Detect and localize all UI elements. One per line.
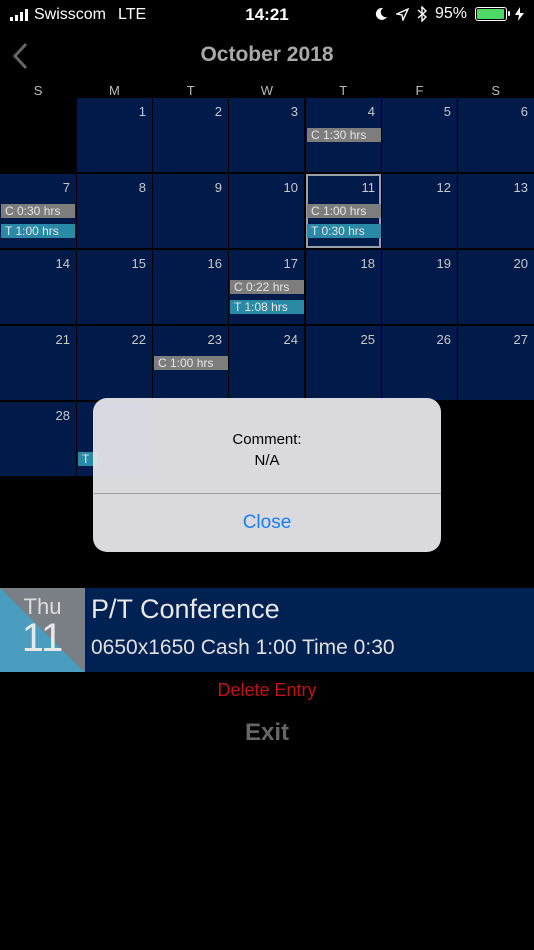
comment-value: N/A: [254, 452, 280, 469]
day-cell[interactable]: 8: [77, 174, 152, 248]
day-cell[interactable]: 23 C 1:00 hrs: [153, 326, 228, 400]
day-cell[interactable]: 25: [306, 326, 381, 400]
time-entry-tag: T 1:08 hrs: [230, 300, 304, 314]
close-button[interactable]: Close: [93, 494, 441, 552]
day-number: 14: [55, 256, 70, 271]
day-number: 3: [290, 104, 298, 119]
day-cell[interactable]: 12: [382, 174, 457, 248]
day-number: 13: [513, 180, 528, 195]
day-number: 22: [131, 332, 146, 347]
day-cell[interactable]: 19: [382, 250, 457, 324]
day-cell[interactable]: 10: [229, 174, 304, 248]
weekday-label: W: [260, 83, 274, 98]
day-number: 5: [443, 104, 451, 119]
day-number: 28: [55, 408, 70, 423]
weekday-label: S: [33, 83, 43, 98]
time-entry-tag: T 1:00 hrs: [1, 224, 75, 238]
day-cell[interactable]: 13: [458, 174, 534, 248]
day-cell[interactable]: 14: [0, 250, 76, 324]
delete-entry-button[interactable]: Delete Entry: [0, 680, 534, 701]
day-cell[interactable]: 27: [458, 326, 534, 400]
day-cell[interactable]: 28: [0, 402, 76, 476]
day-cell[interactable]: 2: [153, 98, 228, 172]
day-number: 25: [360, 332, 375, 347]
comment-alert-dialog: Comment: N/A Close: [93, 398, 441, 552]
moon-icon: [375, 7, 387, 20]
day-cell[interactable]: 22: [77, 326, 152, 400]
day-cell[interactable]: 26: [382, 326, 457, 400]
day-number: 4: [367, 104, 375, 119]
day-number: 2: [214, 104, 222, 119]
calendar-header: October 2018: [0, 30, 534, 80]
day-number: 12: [436, 180, 451, 195]
day-number: 7: [62, 180, 70, 195]
day-number: 19: [436, 256, 451, 271]
day-cell[interactable]: 20: [458, 250, 534, 324]
day-cell[interactable]: 1: [77, 98, 152, 172]
day-cell[interactable]: 15: [77, 250, 152, 324]
location-icon: [395, 7, 409, 21]
day-number: 20: [513, 256, 528, 271]
day-cell[interactable]: 24: [229, 326, 304, 400]
day-number: 11: [361, 180, 376, 195]
weekday-label: S: [491, 83, 501, 98]
cash-entry-tag: C 0:22 hrs: [230, 280, 304, 294]
day-cell[interactable]: 21: [0, 326, 76, 400]
day-number: 15: [131, 256, 146, 271]
cash-entry-tag: C 1:00 hrs: [154, 356, 228, 370]
entry-date-badge: Thu 11: [0, 588, 85, 672]
entry-title: P/T Conference: [91, 594, 280, 624]
day-number: 6: [520, 104, 528, 119]
day-number: 16: [207, 256, 222, 271]
weekday-label: F: [415, 83, 424, 98]
weekday-label: M: [108, 83, 120, 98]
entry-detail: 0650x1650 Cash 1:00 Time 0:30: [91, 636, 395, 659]
day-number: 9: [214, 180, 222, 195]
cash-entry-tag: C 0:30 hrs: [1, 204, 75, 218]
day-cell[interactable]: 4 C 1:30 hrs: [306, 98, 381, 172]
status-right: 95%: [374, 5, 524, 23]
day-number: 21: [55, 332, 70, 347]
day-cell[interactable]: 16: [153, 250, 228, 324]
battery-icon: [475, 7, 510, 21]
day-cell-selected[interactable]: 11 C 1:00 hrs T 0:30 hrs: [306, 174, 381, 248]
alert-message: Comment: N/A: [93, 429, 441, 471]
comment-label: Comment:: [232, 431, 302, 448]
entry-day-number: 11: [21, 616, 64, 660]
day-number: 17: [283, 256, 298, 271]
day-cell[interactable]: 18: [306, 250, 381, 324]
weekday-row: S M T W T F S: [0, 83, 534, 99]
day-number: 18: [360, 256, 375, 271]
day-number: 26: [436, 332, 451, 347]
battery-percent: 95%: [434, 5, 467, 22]
cash-entry-tag: C 1:00 hrs: [307, 204, 381, 218]
time-entry-tag: T 0:30 hrs: [307, 224, 381, 238]
weekday-label: T: [186, 83, 195, 98]
day-number: 24: [283, 332, 298, 347]
day-number: 8: [138, 180, 146, 195]
day-cell[interactable]: 9: [153, 174, 228, 248]
bluetooth-icon: [417, 6, 427, 22]
day-cell[interactable]: 5: [382, 98, 457, 172]
day-cell[interactable]: 6: [458, 98, 534, 172]
entry-row[interactable]: Thu 11 P/T Conference 0650x1650 Cash 1:0…: [0, 588, 534, 672]
day-cell[interactable]: 7 C 0:30 hrs T 1:00 hrs: [0, 174, 76, 248]
month-title: October 2018: [200, 43, 334, 66]
day-cell[interactable]: 17 C 0:22 hrs T 1:08 hrs: [229, 250, 304, 324]
exit-button[interactable]: Exit: [0, 719, 534, 747]
day-cell[interactable]: 3: [229, 98, 304, 172]
weekday-label: T: [339, 83, 348, 98]
cash-entry-tag: C 1:30 hrs: [307, 128, 381, 142]
charging-icon: [515, 7, 524, 21]
day-number: 10: [283, 180, 298, 195]
status-bar: Swisscom LTE 14:21 95%: [0, 0, 534, 30]
day-number: 23: [207, 332, 222, 347]
day-number: 1: [138, 104, 146, 119]
day-number: 27: [513, 332, 528, 347]
